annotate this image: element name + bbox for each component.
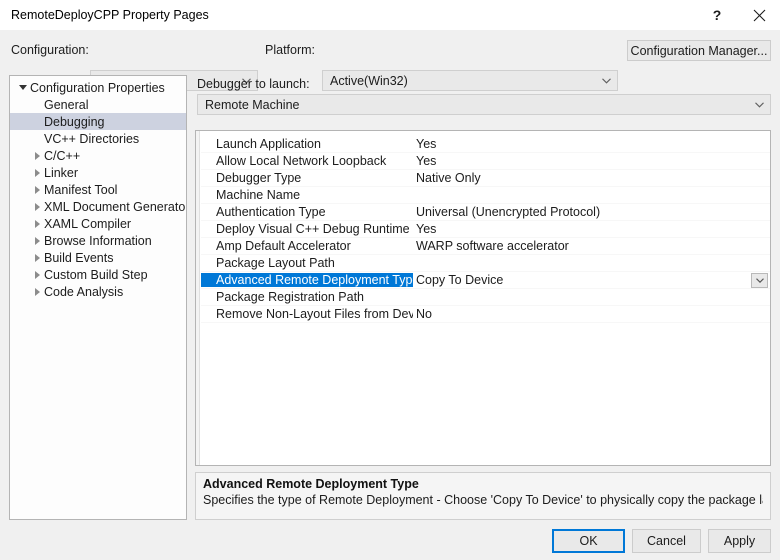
property-value: Native Only: [416, 171, 481, 185]
debugger-to-launch-value: Remote Machine: [205, 97, 300, 112]
configuration-tree: Configuration Properties General Debugging…: [10, 76, 186, 300]
close-icon[interactable]: [738, 0, 780, 30]
property-name: Authentication Type: [216, 205, 326, 219]
tree-item-debugging[interactable]: Debugging: [10, 113, 186, 130]
description-title: Advanced Remote Deployment Type: [203, 477, 419, 491]
tree-item-xaml-compiler[interactable]: XAML Compiler: [10, 215, 186, 232]
property-row[interactable]: Package Layout Path: [201, 255, 770, 272]
property-name: Package Layout Path: [216, 256, 335, 270]
tree-item-general[interactable]: General: [10, 96, 186, 113]
expander-collapsed-icon: [30, 151, 44, 160]
expander-collapsed-icon: [30, 253, 44, 262]
property-value: Universal (Unencrypted Protocol): [416, 205, 601, 219]
property-value: Copy To Device: [416, 273, 504, 287]
platform-select[interactable]: Active(Win32): [322, 70, 618, 91]
property-name: Allow Local Network Loopback: [216, 154, 387, 168]
expander-collapsed-icon: [30, 202, 44, 211]
configuration-manager-button[interactable]: Configuration Manager...: [627, 40, 771, 61]
expander-collapsed-icon: [30, 185, 44, 194]
tree-item-linker[interactable]: Linker: [10, 164, 186, 181]
tree-item-browse-information[interactable]: Browse Information: [10, 232, 186, 249]
expander-collapsed-icon: [30, 168, 44, 177]
tree-item-label: Manifest Tool: [44, 182, 118, 197]
platform-select-value: Active(Win32): [330, 73, 408, 88]
property-grid-gutter: [196, 131, 200, 465]
property-value: Yes: [416, 222, 437, 236]
property-row[interactable]: Deploy Visual C++ Debug Runtime LibrariY…: [201, 221, 770, 238]
property-grid-rows: Launch Application Yes Allow Local Network…: [201, 136, 770, 323]
property-value-chevron-down-icon[interactable]: [751, 273, 768, 288]
property-row[interactable]: Debugger Type Native Only: [201, 170, 770, 187]
tree-item-manifest-tool[interactable]: Manifest Tool: [10, 181, 186, 198]
property-value: WARP software accelerator: [416, 239, 569, 253]
property-row[interactable]: Advanced Remote Deployment Type Copy To D…: [201, 272, 770, 289]
debugger-to-launch-label: Debugger to launch:: [197, 77, 310, 91]
expander-collapsed-icon: [30, 270, 44, 279]
property-name: Launch Application: [216, 137, 321, 151]
property-row[interactable]: Launch Application Yes: [201, 136, 770, 153]
property-name: Debugger Type: [216, 171, 302, 185]
window-controls: ?: [696, 0, 780, 30]
property-row[interactable]: Amp Default Accelerator WARP software acc…: [201, 238, 770, 255]
property-name: Remove Non-Layout Files from Device: [216, 307, 413, 321]
tree-item-label: Custom Build Step: [44, 267, 148, 282]
property-row[interactable]: Machine Name: [201, 187, 770, 204]
expander-collapsed-icon: [30, 287, 44, 296]
expander-collapsed-icon: [30, 236, 44, 245]
property-value: Yes: [416, 154, 437, 168]
platform-label: Platform:: [265, 43, 316, 57]
property-grid[interactable]: Launch Application Yes Allow Local Network…: [195, 130, 771, 466]
property-row[interactable]: Authentication Type Universal (Unencrypte…: [201, 204, 770, 221]
cancel-button[interactable]: Cancel: [632, 529, 701, 553]
expander-expanded-icon: [16, 85, 30, 90]
configuration-label: Configuration:: [11, 43, 89, 57]
property-name: Amp Default Accelerator: [216, 239, 351, 253]
property-row[interactable]: Remove Non-Layout Files from Device No: [201, 306, 770, 323]
chevron-down-icon: [595, 77, 617, 84]
debugger-to-launch-select[interactable]: Remote Machine: [197, 94, 771, 115]
tree-item-label: Code Analysis: [44, 284, 124, 299]
tree-item-configuration-properties[interactable]: Configuration Properties: [10, 79, 186, 96]
configuration-tree-panel[interactable]: Configuration Properties General Debugging…: [9, 75, 187, 520]
tree-item-label: Configuration Properties: [30, 80, 165, 95]
property-name: Machine Name: [216, 188, 301, 202]
property-value: No: [416, 307, 432, 321]
tree-item-build-events[interactable]: Build Events: [10, 249, 186, 266]
tree-item-label: Debugging: [44, 114, 105, 129]
title-bar: RemoteDeployCPP Property Pages ?: [0, 0, 780, 30]
help-icon[interactable]: ?: [696, 0, 738, 30]
tree-item-label: C/C++: [44, 148, 81, 163]
description-panel: Advanced Remote Deployment Type Specifie…: [195, 472, 771, 520]
ok-button[interactable]: OK: [552, 529, 625, 553]
apply-button[interactable]: Apply: [708, 529, 771, 553]
tree-item-label: General: [44, 97, 89, 112]
tree-item-code-analysis[interactable]: Code Analysis: [10, 283, 186, 300]
chevron-down-icon: [748, 101, 770, 108]
window-title: RemoteDeployCPP Property Pages: [11, 8, 209, 22]
tree-item-label: VC++ Directories: [44, 131, 140, 146]
tree-item-xml-document-generator[interactable]: XML Document Generator: [10, 198, 186, 215]
property-row[interactable]: Package Registration Path: [201, 289, 770, 306]
property-row[interactable]: Allow Local Network Loopback Yes: [201, 153, 770, 170]
expander-collapsed-icon: [30, 219, 44, 228]
property-value: Yes: [416, 137, 437, 151]
property-name: Advanced Remote Deployment Type: [201, 273, 413, 287]
tree-item-vc-directories[interactable]: VC++ Directories: [10, 130, 186, 147]
tree-item-custom-build-step[interactable]: Custom Build Step: [10, 266, 186, 283]
description-text: Specifies the type of Remote Deployment …: [203, 493, 763, 507]
property-name: Package Registration Path: [216, 290, 365, 304]
tree-item-label: XAML Compiler: [44, 216, 132, 231]
tree-item-label: Linker: [44, 165, 79, 180]
property-name: Deploy Visual C++ Debug Runtime Librari: [216, 222, 413, 236]
tree-item-c-c[interactable]: C/C++: [10, 147, 186, 164]
tree-item-label: XML Document Generator: [44, 199, 187, 214]
tree-item-label: Browse Information: [44, 233, 152, 248]
tree-item-label: Build Events: [44, 250, 114, 265]
